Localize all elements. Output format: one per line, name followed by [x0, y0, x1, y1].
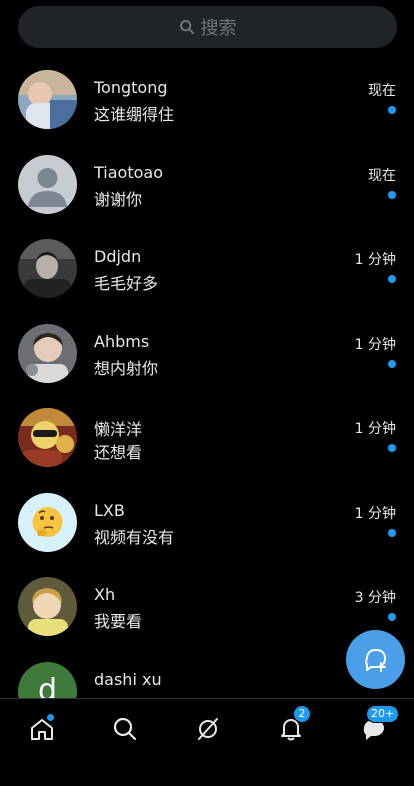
- photo-child-icon: [18, 70, 77, 129]
- unread-dot: [388, 613, 396, 621]
- conversation-list: Tongtong 这谁绷得住 现在 Tiaotoao 谢谢你 现在 Ddjdn …: [0, 58, 414, 698]
- letter-avatar-icon: d: [37, 673, 58, 699]
- message-preview: 视频有没有: [94, 527, 175, 547]
- unread-dot: [388, 444, 396, 452]
- photo-man-icon: [18, 239, 77, 298]
- avatar[interactable]: [18, 239, 77, 298]
- unread-dot: [388, 528, 396, 537]
- timestamp: 1 分钟: [354, 336, 396, 353]
- message-preview: 还想看: [94, 443, 143, 462]
- timestamp: 3 分钟: [354, 590, 396, 606]
- unread-dot: [388, 359, 396, 368]
- avatar[interactable]: d: [18, 661, 77, 699]
- timestamp: 1 分钟: [354, 252, 396, 268]
- new-message-button[interactable]: [346, 630, 405, 689]
- unread-dot: [388, 106, 396, 114]
- conversation-name: Ddjdn: [94, 247, 142, 266]
- conversation-name: dashi xu: [94, 669, 162, 689]
- search-bar[interactable]: 搜索: [18, 6, 397, 48]
- message-preview: 谢谢你: [94, 189, 143, 209]
- timestamp: 现在: [368, 83, 396, 99]
- avatar[interactable]: [18, 154, 77, 214]
- timestamp: 1 分钟: [354, 505, 396, 522]
- photo-costume-icon: [18, 408, 77, 467]
- nav-search[interactable]: [107, 711, 143, 747]
- message-preview: 毛毛好多: [94, 274, 159, 293]
- photo-boy-icon: [18, 323, 77, 383]
- message-preview: 这谁绷得住: [94, 105, 175, 124]
- conversation-item[interactable]: LXB 视频有没有 1 分钟: [0, 481, 414, 566]
- conversation-item[interactable]: Tongtong 这谁绷得住 现在: [0, 58, 414, 143]
- conversation-name: Ahbms: [94, 331, 150, 351]
- unread-dot: [388, 190, 396, 199]
- bottom-nav: 2 20+: [0, 698, 414, 786]
- home-unread-dot: [47, 714, 54, 721]
- new-message-icon: [364, 648, 386, 672]
- search-icon: [179, 20, 194, 34]
- timestamp: 1 分钟: [354, 421, 396, 437]
- nav-messages[interactable]: 20+: [356, 705, 400, 747]
- nav-grok[interactable]: [190, 711, 226, 747]
- conversation-item[interactable]: 懒洋洋 还想看 1 分钟: [0, 396, 414, 481]
- thinking-face-icon: [18, 492, 77, 552]
- unread-dot: [388, 275, 396, 283]
- timestamp: 现在: [368, 167, 396, 184]
- notifications-badge: 2: [293, 705, 311, 723]
- message-preview: 我要看: [94, 612, 143, 631]
- conversation-item[interactable]: Xh 我要看 3 分钟: [0, 565, 414, 650]
- grok-icon: [198, 718, 218, 740]
- avatar[interactable]: [18, 577, 77, 636]
- avatar[interactable]: [18, 492, 77, 552]
- nav-notifications[interactable]: 2: [273, 705, 311, 747]
- conversation-name: Tiaotoao: [94, 162, 163, 182]
- conversation-name: 懒洋洋: [94, 420, 143, 439]
- messages-badge: 20+: [366, 705, 400, 723]
- search-placeholder: 搜索: [200, 18, 237, 39]
- photo-blond-child-icon: [18, 577, 77, 636]
- conversation-item[interactable]: Ahbms 想内射你 1 分钟: [0, 312, 414, 397]
- default-user-icon: [18, 154, 77, 214]
- message-preview: 想内射你: [94, 358, 159, 378]
- conversation-name: Tongtong: [94, 78, 168, 97]
- avatar[interactable]: [18, 323, 77, 383]
- conversation-name: Xh: [94, 585, 116, 604]
- conversation-item[interactable]: Tiaotoao 谢谢你 现在: [0, 143, 414, 228]
- search-icon: [113, 717, 137, 741]
- avatar[interactable]: [18, 70, 77, 129]
- avatar[interactable]: [18, 408, 77, 467]
- conversation-name: LXB: [94, 500, 125, 520]
- nav-home[interactable]: [24, 711, 60, 747]
- conversation-item[interactable]: Ddjdn 毛毛好多 1 分钟: [0, 227, 414, 312]
